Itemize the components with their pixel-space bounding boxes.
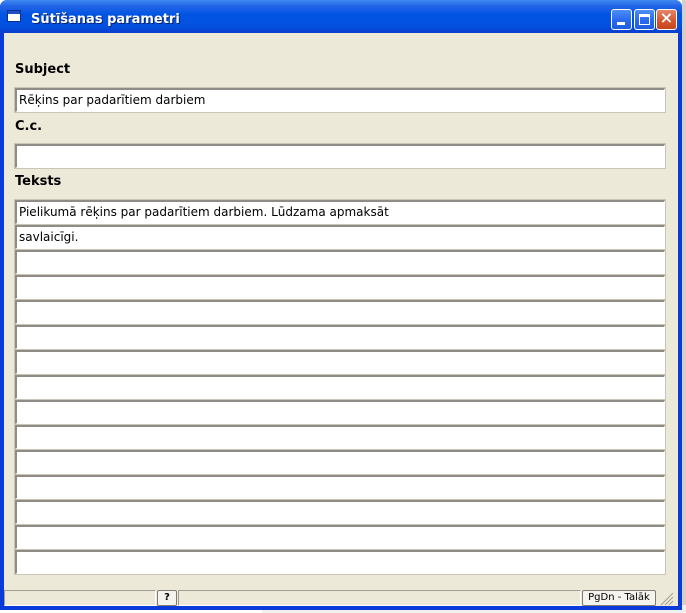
close-icon: × — [659, 8, 674, 27]
maximize-icon — [639, 14, 650, 25]
text-line-input[interactable] — [15, 350, 665, 374]
window-app-icon[interactable] — [7, 10, 21, 22]
text-label: Teksts — [15, 174, 62, 189]
minimize-button[interactable] — [611, 9, 632, 30]
cc-input[interactable] — [15, 144, 665, 168]
background-window-edge — [682, 0, 686, 613]
text-line-input[interactable]: Pielikumā rēķins par padarītiem darbiem.… — [15, 200, 665, 224]
close-button[interactable]: × — [656, 8, 677, 30]
text-line-input[interactable] — [15, 500, 665, 524]
text-line-input[interactable] — [15, 550, 665, 574]
minimize-icon — [617, 22, 625, 25]
status-panel-middle — [178, 590, 581, 606]
resize-grip-icon[interactable] — [660, 592, 674, 605]
text-line-input[interactable] — [15, 250, 665, 274]
maximize-button[interactable] — [634, 9, 655, 30]
cc-label: C.c. — [15, 119, 43, 134]
status-panel-left — [4, 590, 156, 606]
text-line-input[interactable] — [15, 300, 665, 324]
help-button[interactable]: ? — [157, 590, 177, 606]
dialog-window: Sūtīšanas parametri × Subject Rēķins par… — [0, 0, 682, 610]
text-line-input[interactable]: savlaicīgi. — [15, 225, 665, 249]
status-bar: ? PgDn - Talāk — [4, 590, 678, 606]
text-line-input[interactable] — [15, 400, 665, 424]
subject-input[interactable]: Rēķins par padarītiem darbiem — [15, 88, 665, 112]
text-line-input[interactable] — [15, 525, 665, 549]
next-page-button[interactable]: PgDn - Talāk — [582, 590, 656, 606]
text-line-input[interactable] — [15, 275, 665, 299]
text-line-input[interactable] — [15, 450, 665, 474]
subject-label: Subject — [15, 62, 71, 77]
text-line-input[interactable] — [15, 375, 665, 399]
dialog-body: Subject Rēķins par padarītiem darbiem C.… — [4, 33, 678, 606]
text-line-input[interactable] — [15, 475, 665, 499]
title-bar[interactable]: Sūtīšanas parametri × — [0, 0, 682, 33]
text-line-input[interactable] — [15, 325, 665, 349]
text-line-input[interactable] — [15, 425, 665, 449]
window-title: Sūtīšanas parametri — [31, 12, 180, 27]
